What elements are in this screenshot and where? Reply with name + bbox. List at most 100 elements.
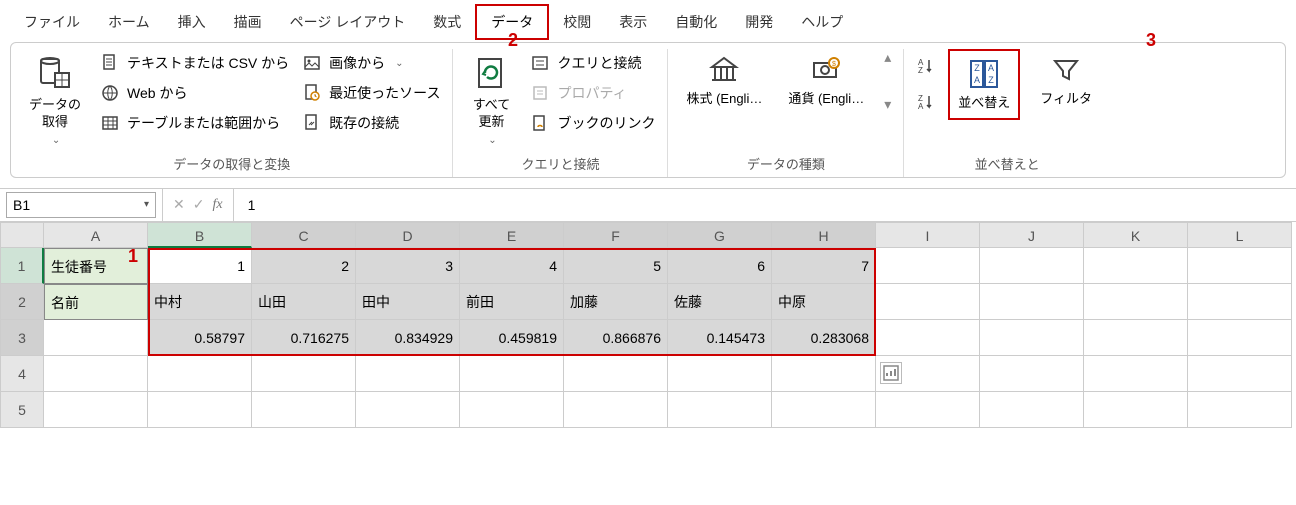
col-header-k[interactable]: K: [1084, 222, 1188, 248]
cell-g1[interactable]: 6: [668, 248, 772, 284]
cell-b4[interactable]: [148, 356, 252, 392]
get-data-button[interactable]: データの 取得 ⌄: [23, 49, 87, 150]
cell-a2[interactable]: 名前: [44, 284, 148, 320]
cell-h2[interactable]: 中原: [772, 284, 876, 320]
cell-c4[interactable]: [252, 356, 356, 392]
row-header-3[interactable]: 3: [0, 320, 44, 356]
cell-a5[interactable]: [44, 392, 148, 428]
menu-automate[interactable]: 自動化: [661, 6, 731, 38]
stocks-type-button[interactable]: 株式 (Engli…: [680, 49, 768, 112]
cell-c3[interactable]: 0.716275: [252, 320, 356, 356]
cell-k3[interactable]: [1084, 320, 1188, 356]
cell-k5[interactable]: [1084, 392, 1188, 428]
existing-connections-button[interactable]: 既存の接続: [303, 113, 440, 133]
cell-d2[interactable]: 田中: [356, 284, 460, 320]
menu-draw[interactable]: 描画: [220, 6, 276, 38]
cell-l1[interactable]: [1188, 248, 1292, 284]
cell-b2[interactable]: 中村: [148, 284, 252, 320]
cell-l4[interactable]: [1188, 356, 1292, 392]
cell-i3[interactable]: [876, 320, 980, 356]
cell-b5[interactable]: [148, 392, 252, 428]
cell-e5[interactable]: [460, 392, 564, 428]
from-table-range-button[interactable]: テーブルまたは範囲から: [101, 113, 289, 133]
menu-file[interactable]: ファイル: [10, 6, 94, 38]
cancel-formula-icon[interactable]: ✕: [173, 196, 185, 213]
col-header-h[interactable]: H: [772, 222, 876, 248]
cell-a3[interactable]: [44, 320, 148, 356]
col-header-j[interactable]: J: [980, 222, 1084, 248]
cell-d4[interactable]: [356, 356, 460, 392]
col-header-d[interactable]: D: [356, 222, 460, 248]
cell-k2[interactable]: [1084, 284, 1188, 320]
cell-e3[interactable]: 0.459819: [460, 320, 564, 356]
col-header-g[interactable]: G: [668, 222, 772, 248]
menu-review[interactable]: 校閲: [549, 6, 605, 38]
menu-insert[interactable]: 挿入: [164, 6, 220, 38]
from-web-button[interactable]: Web から: [101, 83, 289, 103]
scroll-up-icon[interactable]: ▴: [884, 49, 891, 66]
cell-f3[interactable]: 0.866876: [564, 320, 668, 356]
cell-f1[interactable]: 5: [564, 248, 668, 284]
cell-f2[interactable]: 加藤: [564, 284, 668, 320]
menu-developer[interactable]: 開発: [731, 6, 787, 38]
cell-a4[interactable]: [44, 356, 148, 392]
chevron-down-icon[interactable]: ▾: [144, 199, 149, 210]
queries-connections-button[interactable]: クエリと接続: [531, 53, 655, 73]
cell-j4[interactable]: [980, 356, 1084, 392]
menu-page-layout[interactable]: ページ レイアウト: [276, 6, 420, 38]
cell-j3[interactable]: [980, 320, 1084, 356]
from-text-csv-button[interactable]: テキストまたは CSV から: [101, 53, 289, 73]
cell-j1[interactable]: [980, 248, 1084, 284]
cell-e1[interactable]: 4: [460, 248, 564, 284]
cell-j2[interactable]: [980, 284, 1084, 320]
cell-d1[interactable]: 3: [356, 248, 460, 284]
cell-h4[interactable]: [772, 356, 876, 392]
quick-analysis-button[interactable]: [880, 362, 902, 384]
cell-f4[interactable]: [564, 356, 668, 392]
cell-g5[interactable]: [668, 392, 772, 428]
currency-type-button[interactable]: $ 通貨 (Engli…: [782, 49, 870, 112]
col-header-i[interactable]: I: [876, 222, 980, 248]
sort-asc-button[interactable]: AZ: [916, 57, 934, 75]
cell-i2[interactable]: [876, 284, 980, 320]
sort-desc-button[interactable]: ZA: [916, 93, 934, 111]
col-header-e[interactable]: E: [460, 222, 564, 248]
cell-i1[interactable]: [876, 248, 980, 284]
menu-view[interactable]: 表示: [605, 6, 661, 38]
filter-button[interactable]: フィルタ: [1034, 49, 1098, 112]
col-header-b[interactable]: B: [148, 222, 252, 248]
col-header-l[interactable]: L: [1188, 222, 1292, 248]
cell-j5[interactable]: [980, 392, 1084, 428]
sort-dialog-button[interactable]: ZAAZ 並べ替え: [948, 49, 1020, 120]
fx-icon[interactable]: fx: [212, 197, 222, 213]
cell-i5[interactable]: [876, 392, 980, 428]
scroll-down-icon[interactable]: ▾: [884, 96, 891, 113]
row-header-2[interactable]: 2: [0, 284, 44, 320]
col-header-c[interactable]: C: [252, 222, 356, 248]
cell-h1[interactable]: 7: [772, 248, 876, 284]
cell-l5[interactable]: [1188, 392, 1292, 428]
select-all-corner[interactable]: [0, 222, 44, 248]
cell-c1[interactable]: 2: [252, 248, 356, 284]
cell-h3[interactable]: 0.283068: [772, 320, 876, 356]
cell-k4[interactable]: [1084, 356, 1188, 392]
cell-b1[interactable]: 1: [148, 248, 252, 284]
accept-formula-icon[interactable]: ✓: [193, 196, 205, 213]
cell-c5[interactable]: [252, 392, 356, 428]
cell-d3[interactable]: 0.834929: [356, 320, 460, 356]
refresh-all-button[interactable]: すべて 更新 ⌄: [465, 49, 517, 150]
cell-f5[interactable]: [564, 392, 668, 428]
name-box[interactable]: B1 ▾: [6, 192, 156, 218]
row-header-5[interactable]: 5: [0, 392, 44, 428]
menu-help[interactable]: ヘルプ: [787, 6, 857, 38]
formula-bar[interactable]: 1: [234, 197, 1296, 213]
cell-h5[interactable]: [772, 392, 876, 428]
recent-sources-button[interactable]: 最近使ったソース: [303, 83, 440, 103]
workbook-links-button[interactable]: ブックのリンク: [531, 113, 655, 133]
cell-d5[interactable]: [356, 392, 460, 428]
cell-k1[interactable]: [1084, 248, 1188, 284]
row-header-4[interactable]: 4: [0, 356, 44, 392]
menu-formulas[interactable]: 数式: [419, 6, 475, 38]
col-header-a[interactable]: A: [44, 222, 148, 248]
cell-g3[interactable]: 0.145473: [668, 320, 772, 356]
